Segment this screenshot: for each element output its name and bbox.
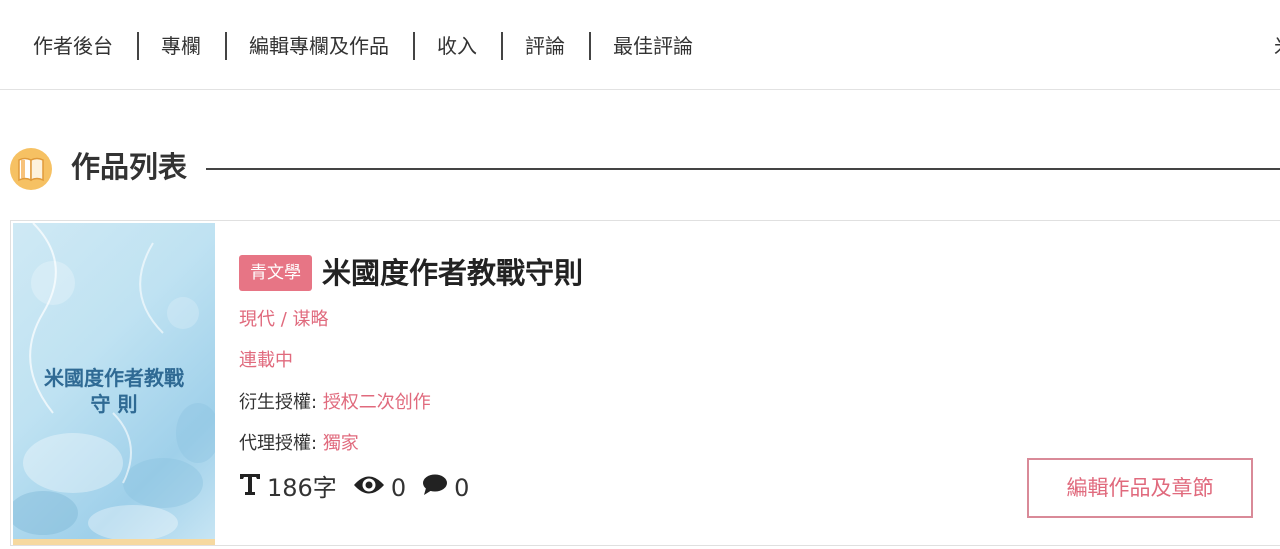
- comments-stat: 0: [422, 471, 469, 505]
- derivative-license-label: 衍生授權:: [239, 392, 318, 413]
- nav-separator: [413, 32, 415, 60]
- cover-title-line: 守 則: [90, 392, 138, 416]
- agency-license-value: 獨家: [322, 433, 359, 454]
- nav-separator: [137, 32, 139, 60]
- nav-item-column[interactable]: 專欄: [161, 30, 201, 62]
- comment-icon: [422, 471, 448, 505]
- text-icon: [239, 471, 261, 505]
- nav-separator: [225, 32, 227, 60]
- work-card: 米國度作者教戰 守 則 青文學 米國度作者教戰守則 現代 / 谋略 連載中 衍生…: [10, 220, 1280, 546]
- nav-item-comments[interactable]: 評論: [525, 30, 565, 62]
- section-divider: [206, 168, 1280, 170]
- agency-license-row: 代理授權: 獨家: [239, 431, 359, 457]
- cover-title: 米國度作者教戰 守 則: [13, 365, 215, 417]
- work-status: 連載中: [239, 350, 293, 371]
- nav-item-best-comments[interactable]: 最佳評論: [613, 30, 693, 62]
- work-category[interactable]: 現代 / 谋略: [239, 307, 329, 333]
- cover-bottom-strip: [13, 539, 215, 545]
- work-title-row: 青文學 米國度作者教戰守則: [239, 253, 583, 293]
- section-title: 作品列表: [71, 150, 188, 184]
- nav-separator: [501, 32, 503, 60]
- word-count: 186字: [267, 474, 337, 502]
- word-count-stat: 186字: [239, 471, 337, 505]
- work-cover-image[interactable]: 米國度作者教戰 守 則: [13, 223, 215, 545]
- agency-license-label: 代理授權:: [239, 433, 318, 454]
- top-navigation: 作者後台 專欄 編輯專欄及作品 收入 評論 最佳評論 米: [0, 0, 1280, 90]
- nav-item-income[interactable]: 收入: [437, 30, 477, 62]
- section-header: 作品列表: [10, 146, 1280, 190]
- work-stats: 186字 0 0: [239, 471, 485, 505]
- derivative-license-row: 衍生授權: 授权二次创作: [239, 390, 431, 416]
- views-count: 0: [390, 474, 407, 502]
- derivative-license-value: 授权二次创作: [322, 392, 431, 413]
- work-title[interactable]: 米國度作者教戰守則: [322, 253, 583, 293]
- genre-badge: 青文學: [239, 255, 312, 291]
- nav-item-edit-column-works[interactable]: 編輯專欄及作品: [249, 30, 389, 62]
- eye-icon: [353, 471, 385, 505]
- book-icon: [10, 148, 52, 190]
- nav-list: 作者後台 專欄 編輯專欄及作品 收入 評論 最佳評論: [33, 30, 693, 62]
- views-stat: 0: [353, 471, 406, 505]
- nav-separator: [589, 32, 591, 60]
- edit-work-chapters-button[interactable]: 編輯作品及章節: [1027, 458, 1253, 518]
- nav-overflow-item[interactable]: 米: [1274, 30, 1280, 62]
- nav-item-author-backend[interactable]: 作者後台: [33, 30, 113, 62]
- cover-title-line: 米國度作者教戰: [44, 366, 184, 390]
- comments-count: 0: [454, 474, 470, 502]
